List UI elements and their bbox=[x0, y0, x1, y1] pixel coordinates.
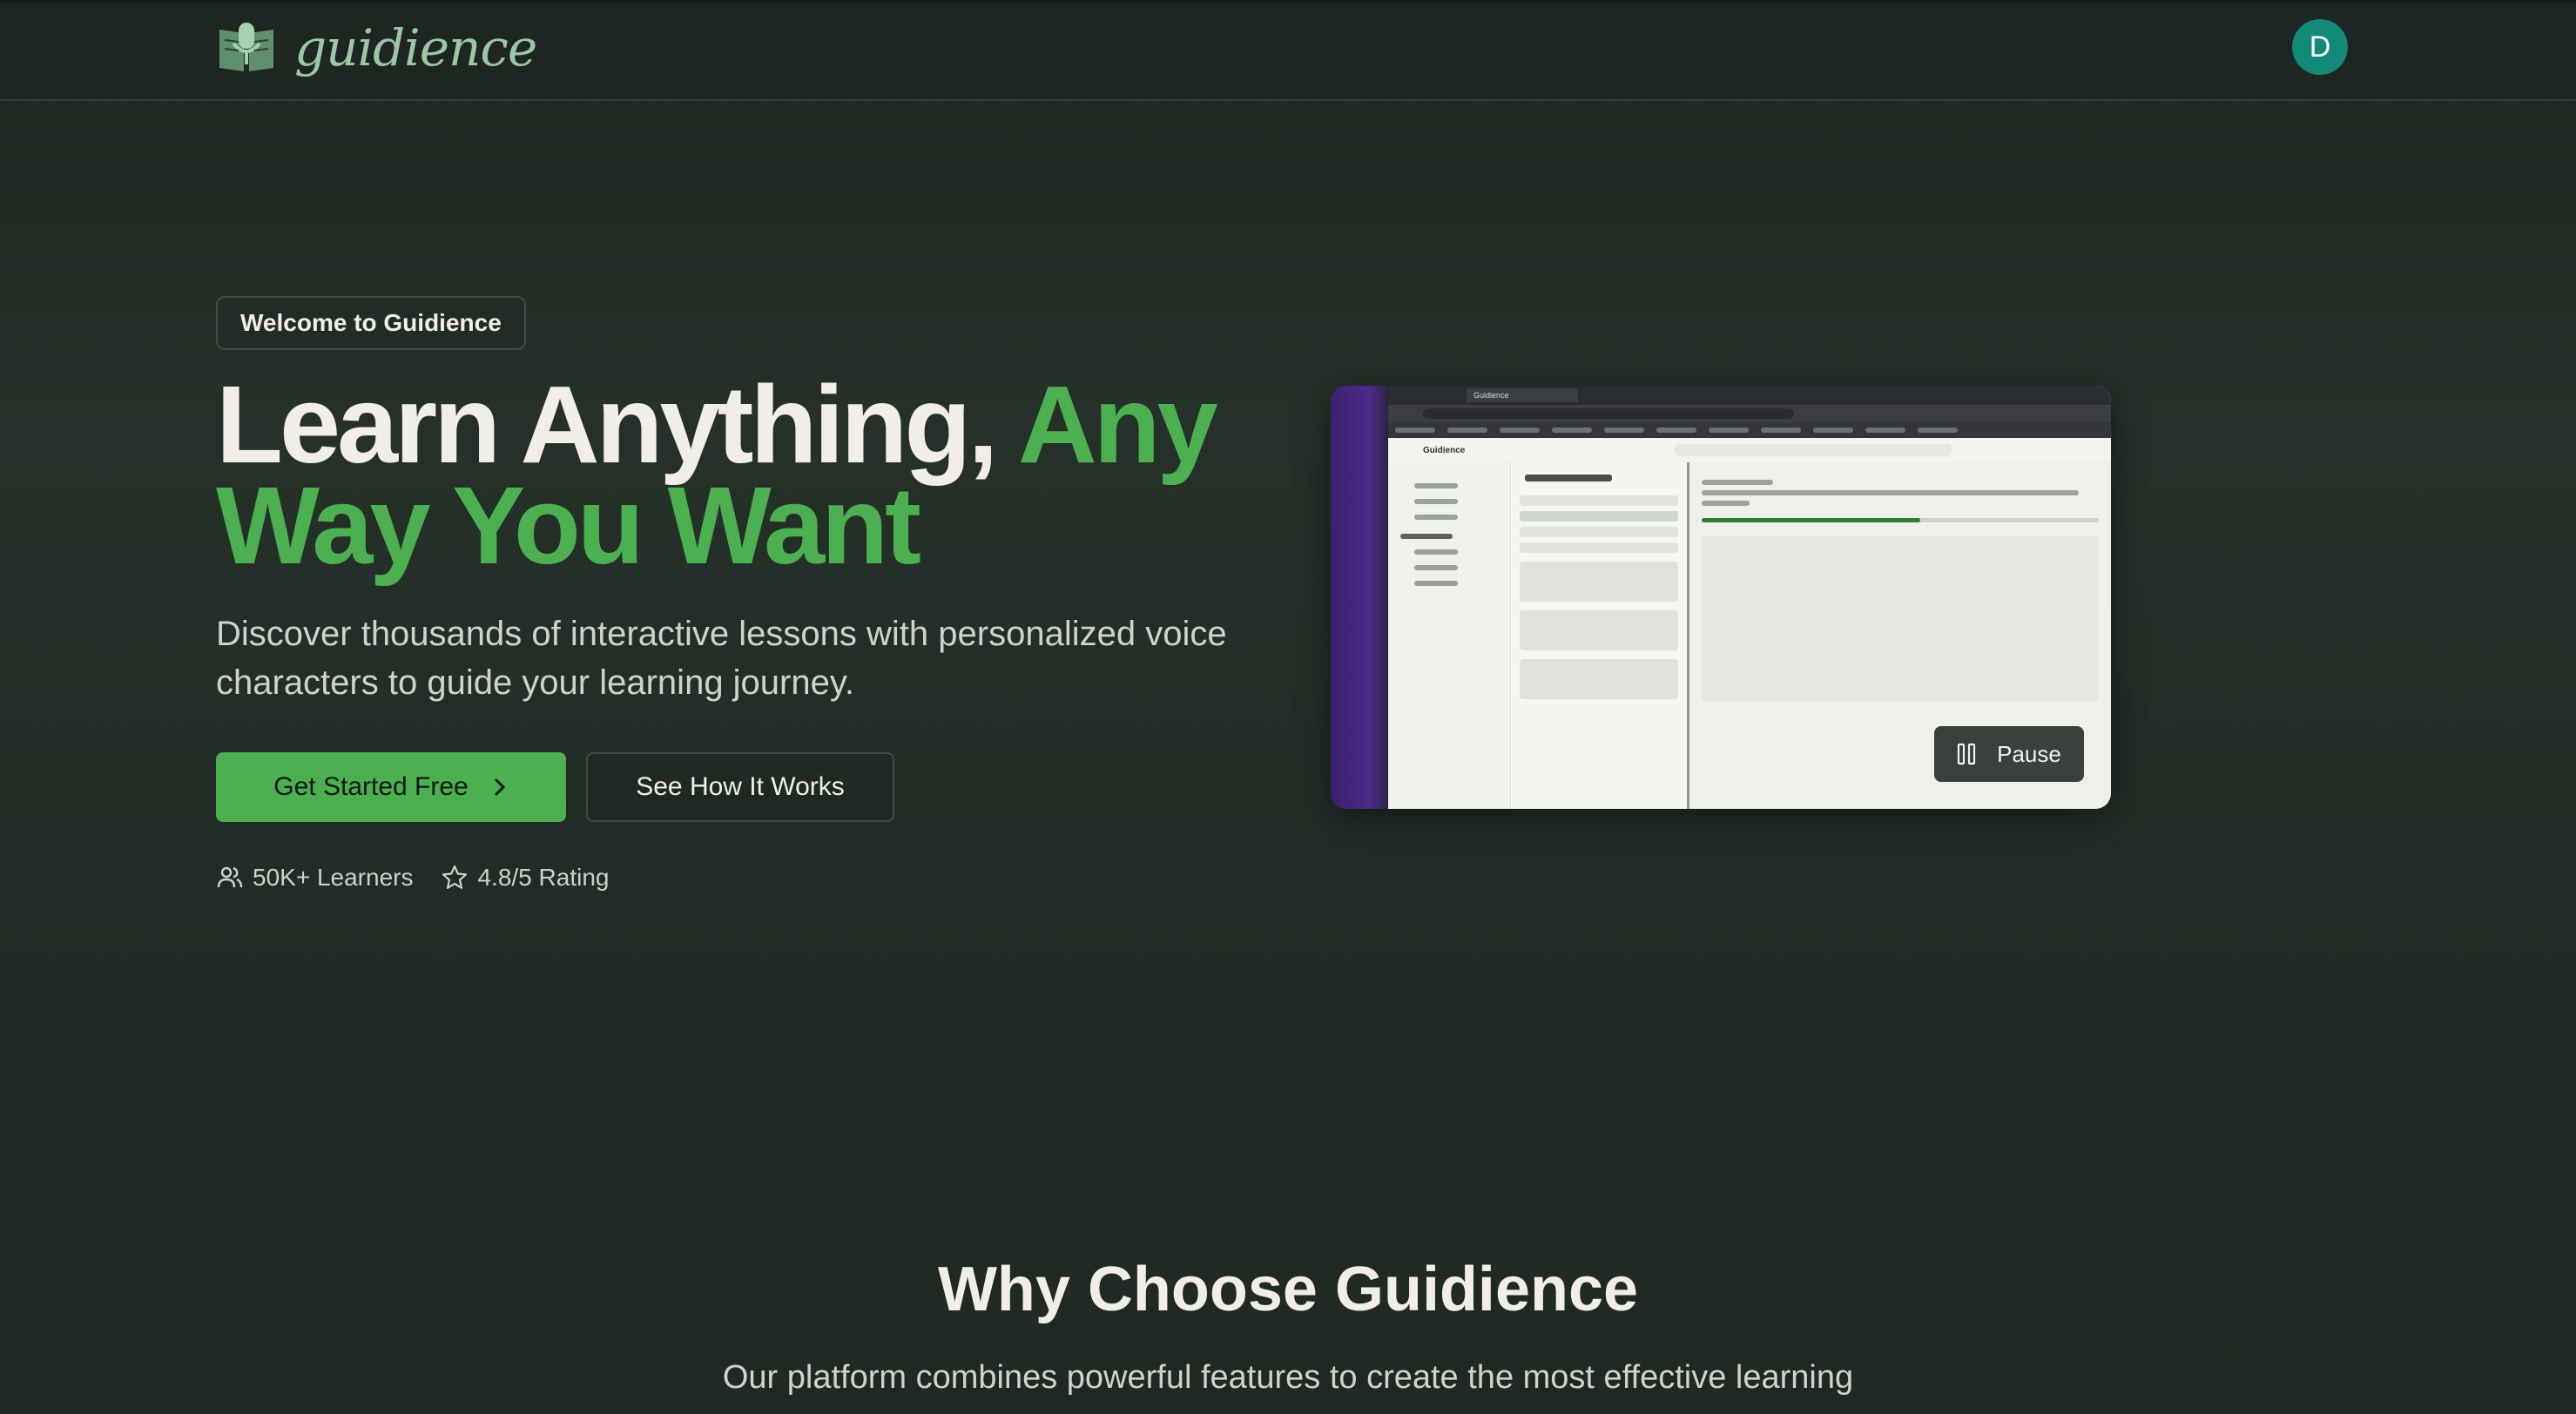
video-step-progress bbox=[1702, 518, 2099, 522]
video-bookmarks-bar bbox=[1388, 422, 2111, 438]
video-tab-strip: Guidience bbox=[1388, 386, 2111, 405]
rating-stat: 4.8/5 Rating bbox=[441, 864, 609, 892]
hero-headline: Learn Anything, Any Way You Want bbox=[216, 370, 1261, 581]
page-background bbox=[0, 0, 2576, 1414]
chevron-right-icon bbox=[495, 778, 505, 796]
pause-label: Pause bbox=[1997, 740, 2061, 767]
video-app-steps bbox=[1511, 462, 1689, 809]
video-url-bar bbox=[1388, 405, 2111, 422]
users-icon bbox=[217, 866, 243, 888]
why-section-subtitle: Our platform combines powerful features … bbox=[722, 1359, 1854, 1396]
pause-button[interactable]: Pause bbox=[1934, 726, 2084, 782]
hero-stats: 50K+ Learners 4.8/5 Rating bbox=[216, 864, 637, 892]
star-icon bbox=[442, 865, 468, 889]
welcome-badge: Welcome to Guidience bbox=[216, 296, 526, 350]
get-started-button[interactable]: Get Started Free bbox=[216, 752, 566, 822]
see-how-label: See How It Works bbox=[636, 772, 845, 801]
video-app-sidebar bbox=[1388, 462, 1511, 809]
hero-subtext: Discover thousands of interactive lesson… bbox=[216, 615, 1227, 702]
book-microphone-icon bbox=[219, 23, 273, 71]
pause-icon bbox=[1958, 743, 1976, 765]
video-tab: Guidience bbox=[1467, 388, 1578, 402]
video-app-topbar: Guidience bbox=[1388, 438, 2111, 463]
see-how-it-works-button[interactable]: See How It Works bbox=[586, 752, 894, 822]
top-border bbox=[0, 0, 2576, 3]
top-nav: guidience D bbox=[0, 0, 2576, 101]
learners-label: 50K+ Learners bbox=[253, 864, 414, 891]
learners-stat: 50K+ Learners bbox=[216, 864, 413, 892]
video-app-title: Guidience bbox=[1423, 445, 1466, 455]
logo-text: guidience bbox=[294, 18, 537, 77]
video-search-field bbox=[1674, 444, 1953, 456]
logo[interactable]: guidience bbox=[216, 17, 537, 78]
user-avatar[interactable]: D bbox=[2292, 19, 2348, 75]
get-started-label: Get Started Free bbox=[273, 772, 469, 801]
demo-video[interactable]: Guidience Guidience Pause bbox=[1331, 386, 2111, 809]
why-section-title: Why Choose Guidience bbox=[937, 1255, 1639, 1324]
rating-label: 4.8/5 Rating bbox=[477, 864, 610, 891]
